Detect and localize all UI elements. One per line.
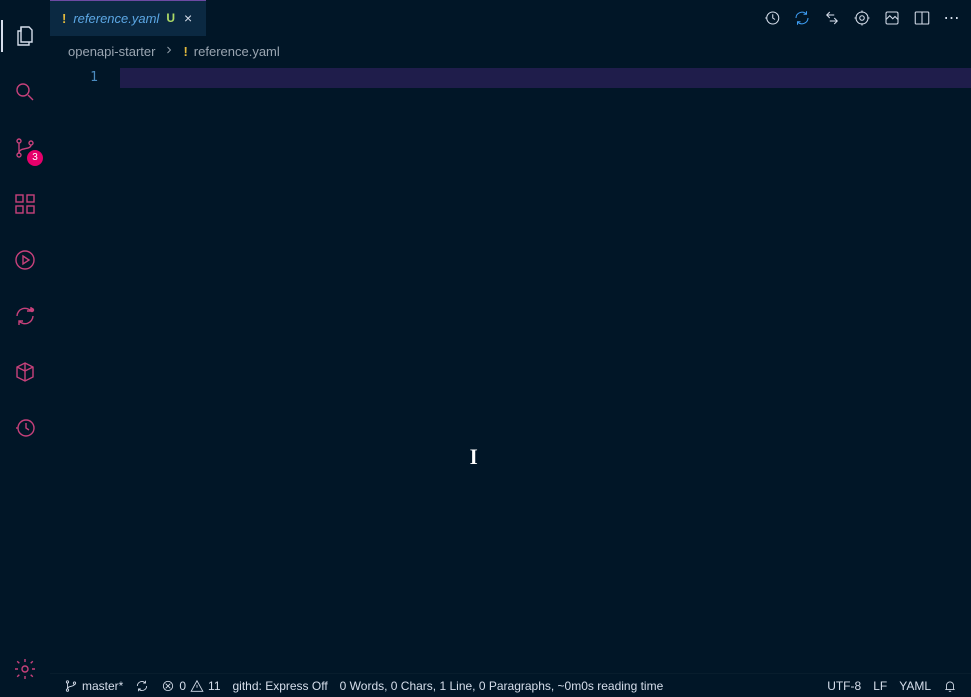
chevron-right-icon: [163, 44, 175, 59]
editor-line: [120, 68, 971, 88]
error-icon: [161, 679, 175, 693]
editor-action-more[interactable]: ⋯: [939, 5, 965, 31]
debug-icon: [13, 248, 37, 272]
ab-settings[interactable]: [1, 645, 49, 693]
code-area[interactable]: [120, 66, 971, 673]
history-icon: [13, 416, 37, 440]
crumb-folder[interactable]: openapi-starter: [68, 44, 155, 59]
open-icon: [883, 9, 901, 27]
ab-ext-a[interactable]: [1, 348, 49, 396]
status-bar: master* 0 11 githd: Express Off 0 Words,…: [50, 673, 971, 697]
copilot-icon: [793, 9, 811, 27]
sb-githd[interactable]: githd: Express Off: [227, 674, 334, 697]
sb-language-label: YAML: [899, 679, 931, 693]
ab-sync-circle[interactable]: [1, 292, 49, 340]
ab-source-control[interactable]: 3: [1, 124, 49, 172]
breadcrumb: openapi-starter ! reference.yaml: [50, 36, 971, 66]
sb-encoding[interactable]: UTF-8: [821, 674, 867, 697]
search-icon: [13, 80, 37, 104]
sb-warnings: 11: [208, 679, 220, 693]
editor[interactable]: 1 I: [50, 66, 971, 673]
sb-notifications[interactable]: [937, 674, 963, 697]
sb-eol[interactable]: LF: [867, 674, 893, 697]
editor-action-history[interactable]: [759, 5, 785, 31]
ab-extensions[interactable]: [1, 180, 49, 228]
tab-close-button[interactable]: ×: [182, 10, 194, 26]
gear-icon: [13, 657, 37, 681]
compare-icon: [823, 9, 841, 27]
sb-branch-label: master*: [82, 679, 123, 693]
line-number: 1: [50, 68, 120, 88]
sync-circle-icon: [13, 304, 37, 328]
sb-errors: 0: [179, 679, 186, 693]
yaml-file-icon: !: [62, 11, 66, 26]
git-branch-icon: [64, 679, 78, 693]
ab-explorer[interactable]: [1, 12, 49, 60]
editor-actions: ⋯: [759, 0, 971, 36]
sb-wordcount[interactable]: 0 Words, 0 Chars, 1 Line, 0 Paragraphs, …: [334, 674, 670, 697]
text-cursor-icon: I: [470, 444, 477, 470]
more-icon: ⋯: [944, 8, 961, 28]
ab-search[interactable]: [1, 68, 49, 116]
cube-icon: [13, 360, 37, 384]
ab-badge-scm: 3: [27, 150, 43, 166]
tab-reference-yaml[interactable]: ! reference.yaml U ×: [50, 0, 207, 36]
split-icon: [913, 9, 931, 27]
sb-githd-label: githd: Express Off: [233, 679, 328, 693]
sb-branch[interactable]: master*: [58, 674, 129, 697]
sb-wordcount-label: 0 Words, 0 Chars, 1 Line, 0 Paragraphs, …: [340, 679, 664, 693]
ab-debug[interactable]: [1, 236, 49, 284]
crumb-folder-label: openapi-starter: [68, 44, 155, 59]
warning-icon: [190, 679, 204, 693]
crumb-file[interactable]: ! reference.yaml: [183, 44, 279, 59]
editor-action-copilot[interactable]: [789, 5, 815, 31]
sb-encoding-label: UTF-8: [827, 679, 861, 693]
tab-git-status: U: [166, 11, 175, 25]
tab-filename: reference.yaml: [73, 11, 159, 26]
sb-sync[interactable]: [129, 674, 155, 697]
extensions-icon: [13, 192, 37, 216]
sb-eol-label: LF: [873, 679, 887, 693]
yaml-file-icon: !: [183, 44, 187, 59]
activity-bar: 3: [0, 0, 50, 697]
gutter: 1: [50, 66, 120, 673]
editor-action-open[interactable]: [879, 5, 905, 31]
editor-action-compare[interactable]: [819, 5, 845, 31]
files-icon: [13, 24, 37, 48]
sb-problems[interactable]: 0 11: [155, 674, 226, 697]
bell-icon: [943, 679, 957, 693]
history-icon: [763, 9, 781, 27]
sync-icon: [135, 679, 149, 693]
ab-timeline[interactable]: [1, 404, 49, 452]
sb-language[interactable]: YAML: [893, 674, 937, 697]
editor-action-target[interactable]: [849, 5, 875, 31]
tab-bar: ! reference.yaml U × ⋯: [50, 0, 971, 36]
editor-action-split[interactable]: [909, 5, 935, 31]
crumb-file-label: reference.yaml: [194, 44, 280, 59]
target-icon: [853, 9, 871, 27]
